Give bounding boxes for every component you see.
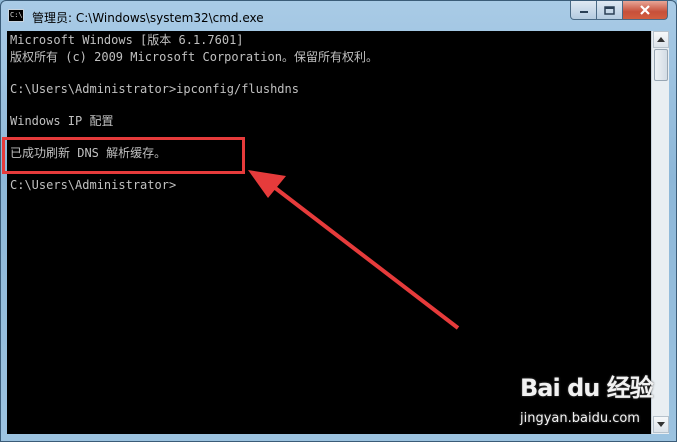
watermark-url: jingyan.baidu.com <box>520 411 640 426</box>
watermark-logo: Bai du 经验 <box>520 374 654 402</box>
baidu-jingyan-watermark: Bai du 经验 jingyan.baidu.com <box>520 368 670 438</box>
